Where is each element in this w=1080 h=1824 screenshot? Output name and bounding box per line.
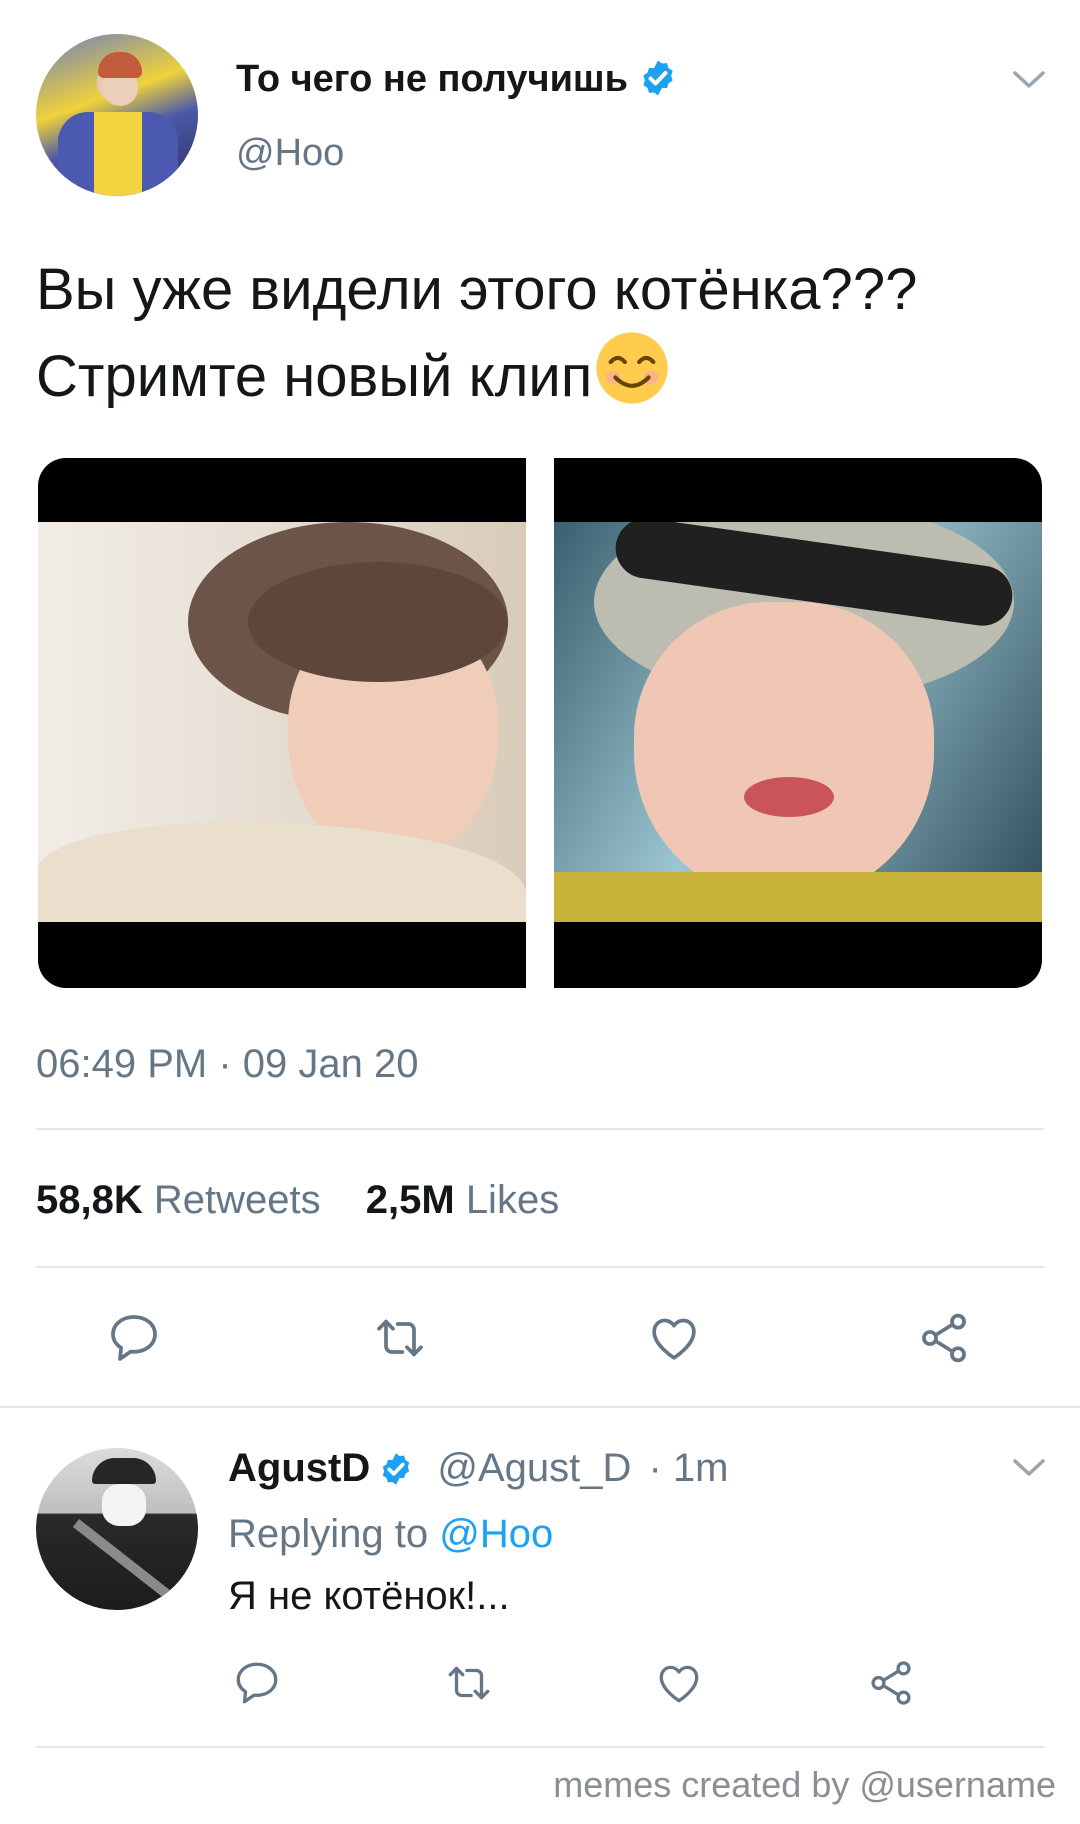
author-handle[interactable]: @Hoo [236,132,344,175]
meme-watermark: memes created by @username [553,1764,1056,1805]
reply-age[interactable]: · 1m [649,1446,729,1490]
author-display-name[interactable]: То чего не получишь [236,58,628,100]
reply-author-avatar[interactable] [36,1448,198,1610]
heart-icon[interactable] [646,1310,702,1366]
replying-to-mention[interactable]: @Hoo [439,1512,553,1556]
chevron-down-icon[interactable] [1012,70,1046,90]
tweet-text-line2-row: Стримте новый клип [36,330,1056,417]
likes-count[interactable]: 2,5M [366,1178,455,1222]
reply-icon[interactable] [232,1658,282,1708]
share-icon[interactable] [866,1658,916,1708]
reply-author-handle[interactable]: @Agust_D [437,1446,631,1490]
tweet-photo-right[interactable] [554,458,1042,988]
retweet-icon[interactable] [444,1658,494,1708]
replying-prefix: Replying to [228,1512,429,1556]
reply-icon[interactable] [106,1310,162,1366]
share-icon[interactable] [916,1310,972,1366]
heart-icon[interactable] [654,1658,704,1708]
smiling-face-emoji-icon [596,332,668,404]
chevron-down-icon[interactable] [1012,1458,1046,1478]
retweets-label[interactable]: Retweets [154,1178,321,1222]
divider [36,1128,1044,1130]
verified-badge-icon [383,1453,410,1485]
tweet-text-line2: Стримте новый клип [36,344,593,409]
reply-author-name[interactable]: AgustD [228,1446,370,1490]
replying-to-line: Replying to @Hoo [228,1512,553,1557]
tweet-timestamp[interactable]: 06:49 PM · 09 Jan 20 [36,1042,418,1087]
likes-label[interactable]: Likes [466,1178,559,1222]
author-avatar[interactable] [36,34,198,196]
divider [36,1746,1044,1748]
retweets-count[interactable]: 58,8K [36,1178,143,1222]
retweet-icon[interactable] [372,1310,428,1366]
tweet-text-line1: Вы уже видели этого котёнка??? [36,257,918,322]
reply-header: AgustD @Agust_D · 1m [228,1446,729,1491]
verified-badge-icon [643,60,673,96]
tweet-stats: 58,8K Retweets 2,5M Likes [36,1178,593,1223]
tweet-separator [0,1406,1080,1408]
tweet-photo-left[interactable] [38,458,526,988]
divider [36,1266,1044,1268]
reply-text: Я не котёнок!... [228,1574,510,1618]
tweet-text: Вы уже видели этого котёнка??? Стримте н… [36,250,1056,417]
author-name-row[interactable]: То чего не получишь [236,58,678,101]
